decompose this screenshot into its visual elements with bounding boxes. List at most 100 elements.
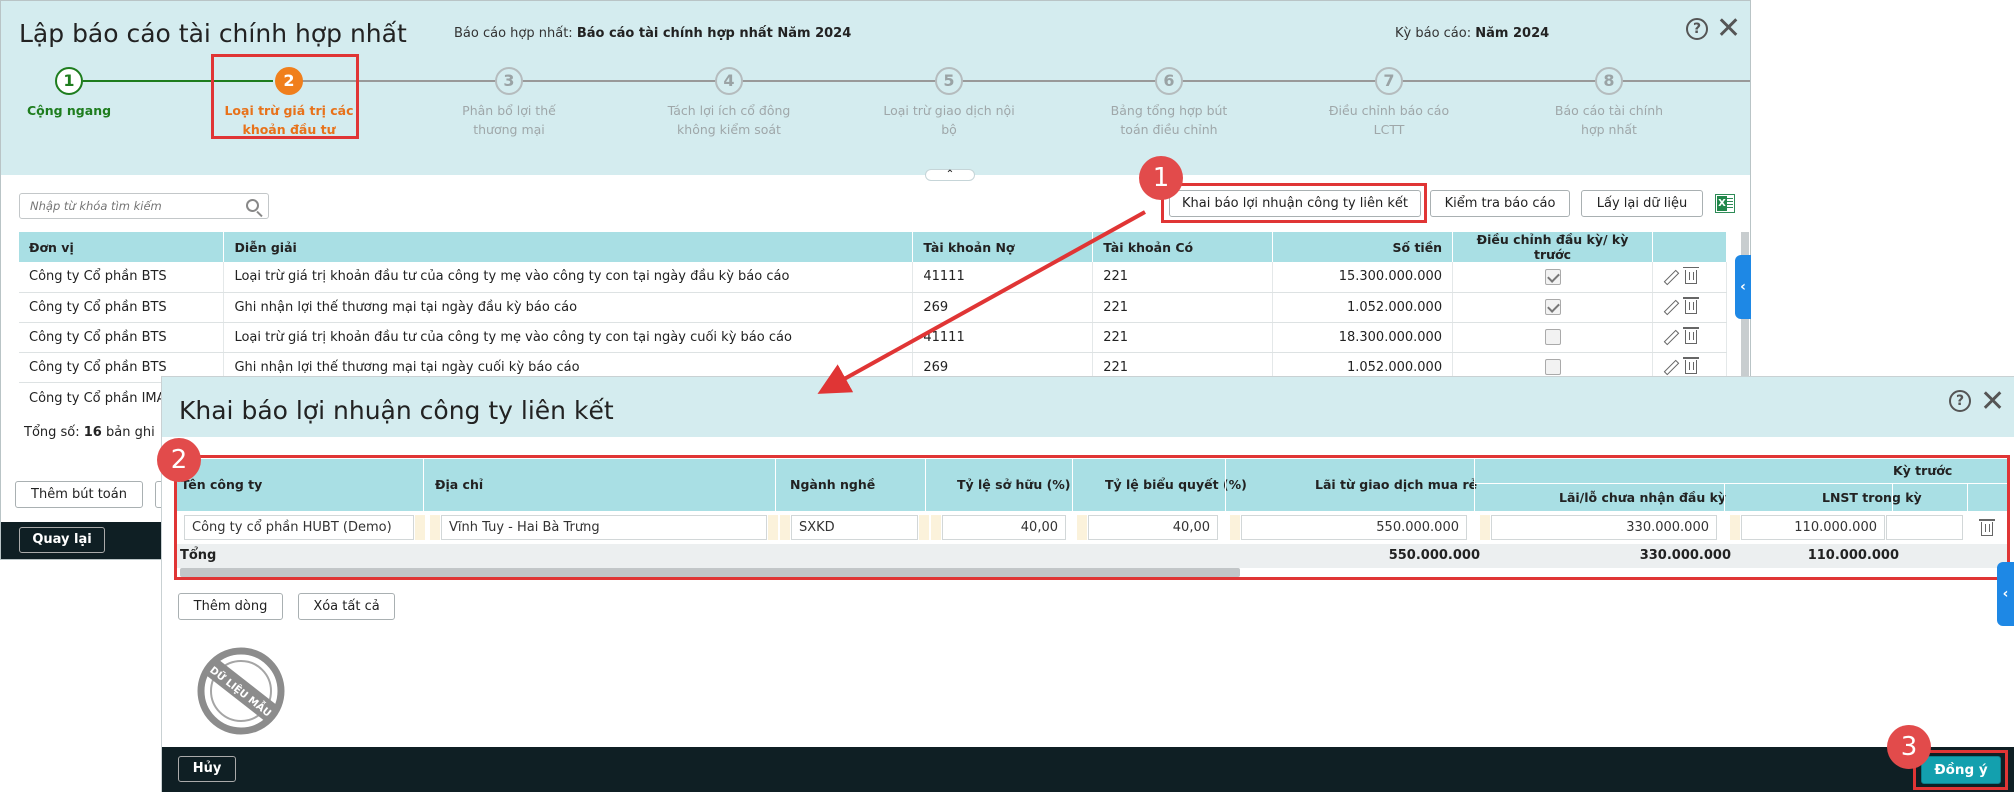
consolidated-report-info: Báo cáo hợp nhất: Báo cáo tài chính hợp … <box>454 26 851 41</box>
cell-credit: 221 <box>1092 262 1274 293</box>
dialog-help-icon[interactable]: ? <box>1949 390 1971 412</box>
step-4-number: 4 <box>715 67 743 95</box>
cell-credit: 221 <box>1092 322 1274 353</box>
step-6-label: Bảng tổng hợp bút toán điều chỉnh <box>1110 103 1228 137</box>
cell-actions <box>1652 322 1728 353</box>
edit-icon[interactable] <box>1663 330 1677 344</box>
col-debit-account[interactable]: Tài khoản Nợ <box>912 232 1094 262</box>
step-5-number: 5 <box>935 67 963 95</box>
record-count: Tổng số: 16 bản ghi <box>24 425 155 440</box>
dialog-close-icon[interactable]: ✕ <box>1980 387 2005 417</box>
record-count-value: 16 <box>83 425 102 440</box>
step-5-label: Loại trừ giao dịch nội bộ <box>883 103 1015 137</box>
delete-icon[interactable] <box>1682 357 1699 374</box>
cancel-button[interactable]: Hủy <box>178 756 236 782</box>
table-row[interactable]: Công ty Cổ phần BTS Loại trừ giá trị kho… <box>19 262 1728 293</box>
cell-amount: 15.300.000.000 <box>1272 262 1454 293</box>
reload-data-button[interactable]: Lấy lại dữ liệu <box>1581 190 1703 217</box>
cell-unit: Công ty Cổ phần BTS <box>19 292 225 323</box>
cell-amount: 18.300.000.000 <box>1272 322 1454 353</box>
step-7-number: 7 <box>1375 67 1403 95</box>
step-7-label: Điều chỉnh báo cáo LCTT <box>1328 103 1450 137</box>
cell-debit: 269 <box>912 292 1094 323</box>
dialog-header: Khai báo lợi nhuận công ty liên kết ? ✕ <box>162 377 2014 437</box>
cell-actions <box>1652 262 1728 293</box>
step-8-label: Báo cáo tài chính hợp nhất <box>1554 103 1664 137</box>
window-title: Lập báo cáo tài chính hợp nhất <box>19 19 407 48</box>
table-header-row: Đơn vị Diễn giải Tài khoản Nợ Tài khoản … <box>19 232 1728 262</box>
annotation-badge-3: 3 <box>1887 725 1931 769</box>
table-row[interactable]: Công ty Cổ phần BTS Loại trừ giá trị kho… <box>19 322 1728 353</box>
step-6[interactable]: 6 Bảng tổng hợp bút toán điều chỉnh <box>1059 67 1279 139</box>
cell-debit: 41111 <box>912 262 1094 293</box>
period-label: Kỳ báo cáo: <box>1395 26 1472 41</box>
step-3[interactable]: 3 Phân bổ lợi thế thương mại <box>399 67 619 139</box>
clear-all-button[interactable]: Xóa tất cả <box>298 593 395 620</box>
partial-row-unit: Công ty Cổ phần IMA <box>29 391 166 406</box>
side-panel-tab[interactable]: ‹ <box>1735 255 1751 319</box>
cell-adjust <box>1452 322 1653 353</box>
cell-description: Ghi nhận lợi thế thương mại tại ngày đầu… <box>223 292 914 323</box>
col-adjust-prior[interactable]: Điều chỉnh đầu kỳ/ kỳ trước <box>1452 232 1653 262</box>
record-count-label: Tổng số: <box>24 425 80 440</box>
cell-adjust <box>1452 292 1653 323</box>
cell-amount: 1.052.000.000 <box>1272 292 1454 323</box>
adjust-checkbox[interactable] <box>1544 268 1561 285</box>
entries-table: Đơn vị Diễn giải Tài khoản Nợ Tài khoản … <box>19 232 1728 383</box>
dialog-side-panel-tab[interactable]: ‹ <box>1997 562 2014 626</box>
step-3-number: 3 <box>495 67 523 95</box>
delete-icon[interactable] <box>1682 266 1699 284</box>
dialog-title: Khai báo lợi nhuận công ty liên kết <box>179 396 614 425</box>
cell-description: Loại trừ giá trị khoản đầu tư của công t… <box>223 322 914 353</box>
adjust-checkbox[interactable] <box>1544 359 1561 375</box>
search-icon[interactable] <box>246 199 259 212</box>
back-button[interactable]: Quay lại <box>19 527 105 553</box>
search-box[interactable] <box>19 193 269 219</box>
cell-credit: 221 <box>1092 292 1274 323</box>
declare-associate-profit-dialog: Khai báo lợi nhuận công ty liên kết ? ✕ … <box>161 376 2014 792</box>
consolidated-value: Báo cáo tài chính hợp nhất Năm 2024 <box>576 26 852 41</box>
period-value: Năm 2024 <box>1475 26 1550 41</box>
table-row[interactable]: Công ty Cổ phần BTS Ghi nhận lợi thế thư… <box>19 292 1728 323</box>
step-8-number: 8 <box>1595 67 1623 95</box>
col-amount[interactable]: Số tiền <box>1272 232 1454 262</box>
step-4[interactable]: 4 Tách lợi ích cổ đông không kiểm soát <box>619 67 839 139</box>
adjust-checkbox[interactable] <box>1544 299 1561 315</box>
add-row-button[interactable]: Thêm dòng <box>178 593 283 620</box>
delete-icon[interactable] <box>1682 297 1699 314</box>
check-report-button[interactable]: Kiểm tra báo cáo <box>1430 190 1570 217</box>
step-5[interactable]: 5 Loại trừ giao dịch nội bộ <box>839 67 1059 139</box>
cell-debit: 41111 <box>912 322 1094 353</box>
consolidated-label: Báo cáo hợp nhất: <box>454 26 573 41</box>
annotation-badge-1: 1 <box>1139 156 1183 200</box>
col-actions <box>1652 232 1728 262</box>
dialog-table-highlight <box>174 455 2010 580</box>
declare-button-highlight <box>1161 183 1427 223</box>
close-icon[interactable]: ✕ <box>1716 14 1741 44</box>
annotation-badge-2: 2 <box>157 438 201 482</box>
col-credit-account[interactable]: Tài khoản Có <box>1092 232 1274 262</box>
dialog-footer: Hủy Đồng ý <box>162 747 2014 792</box>
step-1-number: 1 <box>55 67 83 95</box>
delete-icon[interactable] <box>1682 327 1699 344</box>
step-8[interactable]: 8 Báo cáo tài chính hợp nhất <box>1499 67 1719 139</box>
step-2-highlight <box>211 54 359 139</box>
edit-icon[interactable] <box>1663 270 1677 284</box>
step-1[interactable]: 1 Cộng ngang <box>0 67 179 120</box>
period-info: Kỳ báo cáo: Năm 2024 <box>1395 26 1549 41</box>
col-description[interactable]: Diễn giải <box>223 232 914 262</box>
adjust-checkbox[interactable] <box>1544 329 1561 345</box>
col-unit[interactable]: Đơn vị <box>19 232 225 262</box>
screen: Lập báo cáo tài chính hợp nhất Báo cáo h… <box>0 0 2014 792</box>
step-3-label: Phân bổ lợi thế thương mại <box>462 103 556 137</box>
search-input[interactable] <box>20 194 230 218</box>
record-count-suffix: bản ghi <box>106 425 155 440</box>
step-7[interactable]: 7 Điều chỉnh báo cáo LCTT <box>1279 67 1499 139</box>
window-header: Lập báo cáo tài chính hợp nhất Báo cáo h… <box>1 1 1750 175</box>
edit-icon[interactable] <box>1663 360 1677 374</box>
collapse-header-toggle[interactable]: ⌃ <box>925 169 975 181</box>
excel-export-icon[interactable] <box>1715 194 1735 213</box>
help-icon[interactable]: ? <box>1686 18 1708 40</box>
add-entry-button[interactable]: Thêm bút toán <box>15 481 143 508</box>
edit-icon[interactable] <box>1663 300 1677 314</box>
